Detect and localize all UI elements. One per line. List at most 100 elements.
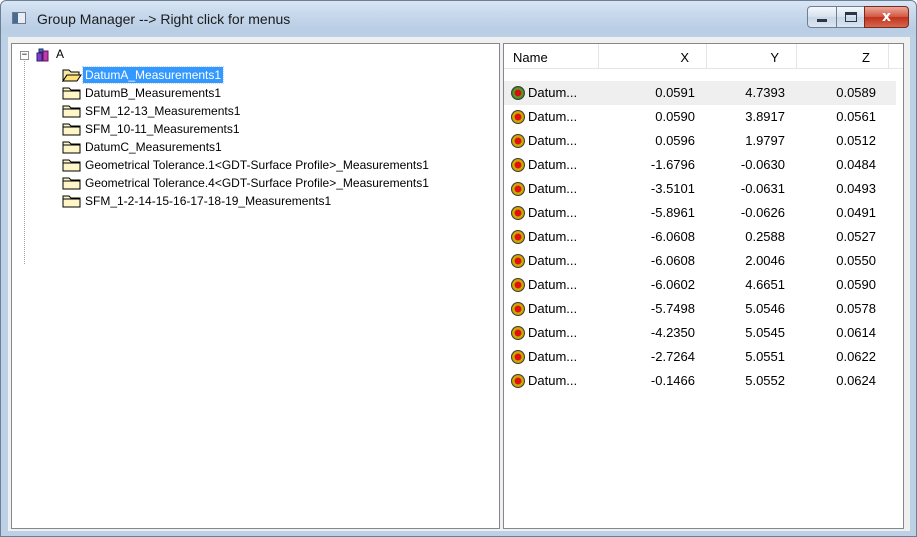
maximize-button[interactable]	[836, 6, 865, 28]
cell-z: 0.0484	[836, 157, 876, 172]
cell-name: Datum...	[528, 181, 578, 196]
cell-z: 0.0614	[836, 325, 876, 340]
tree-root-label[interactable]: A	[56, 47, 64, 61]
measured-point-icon	[511, 110, 525, 124]
table-row[interactable]: Datum... -3.5101 -0.0631 0.0493	[504, 177, 896, 201]
tree-item-label: DatumB_Measurements1	[85, 86, 222, 100]
cell-z: 0.0589	[836, 85, 876, 100]
table-row[interactable]: Datum... 0.0590 3.8917 0.0561	[504, 105, 896, 129]
title-bar[interactable]: Group Manager --> Right click for menus …	[1, 1, 916, 37]
cell-x: -6.0608	[650, 229, 695, 244]
close-icon: x	[881, 9, 892, 25]
folder-icon	[62, 177, 81, 190]
tree-item-label: SFM_12-13_Measurements1	[85, 104, 241, 118]
minimize-button[interactable]	[807, 6, 837, 28]
cell-y: -0.0631	[740, 181, 785, 196]
measured-point-icon	[511, 374, 525, 388]
cell-z: 0.0622	[836, 349, 876, 364]
column-header-x[interactable]: X	[680, 50, 689, 65]
table-row[interactable]: Datum... -6.0602 4.6651 0.0590	[504, 273, 896, 297]
measured-point-icon	[511, 86, 525, 100]
column-header-y[interactable]: Y	[770, 50, 779, 65]
table-row[interactable]: Datum... -5.7498 5.0546 0.0578	[504, 297, 896, 321]
group-manager-window: Group Manager --> Right click for menus …	[0, 0, 917, 537]
tree-item-label: DatumC_Measurements1	[85, 140, 222, 154]
cell-name: Datum...	[528, 109, 578, 124]
column-header-name[interactable]: Name	[513, 50, 548, 65]
list-header: Name X Y Z	[504, 44, 903, 69]
cell-z: 0.0561	[836, 109, 876, 124]
cell-x: 0.0591	[655, 85, 695, 100]
table-row[interactable]: Datum... 0.0591 4.7393 0.0589	[504, 81, 896, 105]
folder-icon	[62, 195, 81, 208]
folder-icon	[62, 141, 81, 154]
measured-point-icon	[511, 134, 525, 148]
measured-point-icon	[511, 206, 525, 220]
measured-point-icon	[511, 182, 525, 196]
cell-name: Datum...	[528, 373, 578, 388]
column-divider[interactable]	[706, 44, 707, 68]
table-row[interactable]: Datum... -6.0608 0.2588 0.0527	[504, 225, 896, 249]
cell-x: 0.0590	[655, 109, 695, 124]
cell-name: Datum...	[528, 349, 578, 364]
measured-point-icon	[511, 326, 525, 340]
cell-y: 5.0552	[745, 373, 785, 388]
window-title: Group Manager --> Right click for menus	[37, 11, 291, 27]
cell-x: -2.7264	[650, 349, 695, 364]
table-row[interactable]: Datum... -2.7264 5.0551 0.0622	[504, 345, 896, 369]
measured-point-icon	[511, 350, 525, 364]
column-divider[interactable]	[796, 44, 797, 68]
tree-item-label: SFM_10-11_Measurements1	[85, 122, 240, 136]
cell-name: Datum...	[528, 253, 578, 268]
window-app-icon[interactable]	[12, 12, 26, 24]
table-row[interactable]: Datum... -5.8961 -0.0626 0.0491	[504, 201, 896, 225]
cell-y: 2.0046	[745, 253, 785, 268]
collapse-toggle[interactable]: −	[20, 51, 29, 60]
folder-icon	[62, 159, 81, 172]
column-header-z[interactable]: Z	[862, 50, 870, 65]
cell-y: -0.0630	[740, 157, 785, 172]
table-row[interactable]: Datum... -1.6796 -0.0630 0.0484	[504, 153, 896, 177]
minimize-icon	[817, 19, 827, 22]
cell-z: 0.0578	[836, 301, 876, 316]
cell-x: -6.0602	[650, 277, 695, 292]
table-row[interactable]: Datum... -6.0608 2.0046 0.0550	[504, 249, 896, 273]
folder-icon	[62, 87, 81, 100]
cell-x: 0.0596	[655, 133, 695, 148]
measured-point-icon	[511, 254, 525, 268]
window-client-area: − A DatumA_Measurements1 DatumB_Measureme…	[8, 37, 910, 531]
table-row[interactable]: Datum... -4.2350 5.0545 0.0614	[504, 321, 896, 345]
maximize-icon	[845, 12, 857, 22]
cell-name: Datum...	[528, 205, 578, 220]
measured-point-icon	[511, 302, 525, 316]
cell-name: Datum...	[528, 301, 578, 316]
cell-y: 5.0551	[745, 349, 785, 364]
cell-y: 4.6651	[745, 277, 785, 292]
assembly-icon[interactable]	[36, 48, 49, 62]
close-button[interactable]: x	[864, 6, 909, 28]
cell-name: Datum...	[528, 157, 578, 172]
cell-y: 1.9797	[745, 133, 785, 148]
column-divider[interactable]	[888, 44, 889, 68]
measured-point-icon	[511, 230, 525, 244]
table-row[interactable]: Datum... 0.0596 1.9797 0.0512	[504, 129, 896, 153]
tree-item-label: SFM_1-2-14-15-16-17-18-19_Measurements1	[85, 194, 332, 208]
column-divider[interactable]	[598, 44, 599, 68]
cell-z: 0.0590	[836, 277, 876, 292]
table-row[interactable]: Datum... -0.1466 5.0552 0.0624	[504, 369, 896, 393]
folder-icon	[62, 105, 81, 118]
cell-z: 0.0493	[836, 181, 876, 196]
cell-y: 5.0545	[745, 325, 785, 340]
cell-x: -4.2350	[650, 325, 695, 340]
measured-point-icon	[511, 278, 525, 292]
cell-z: 0.0512	[836, 133, 876, 148]
cell-y: 4.7393	[745, 85, 785, 100]
folder-icon	[62, 123, 81, 136]
cell-x: -6.0608	[650, 253, 695, 268]
group-tree[interactable]: − A DatumA_Measurements1 DatumB_Measureme…	[11, 43, 500, 529]
cell-y: 5.0546	[745, 301, 785, 316]
measurements-list[interactable]: Name X Y Z Datum... 0.0591 4.7393 0.0589 Dat…	[503, 43, 904, 529]
cell-x: -3.5101	[650, 181, 695, 196]
cell-z: 0.0624	[836, 373, 876, 388]
cell-z: 0.0491	[836, 205, 876, 220]
